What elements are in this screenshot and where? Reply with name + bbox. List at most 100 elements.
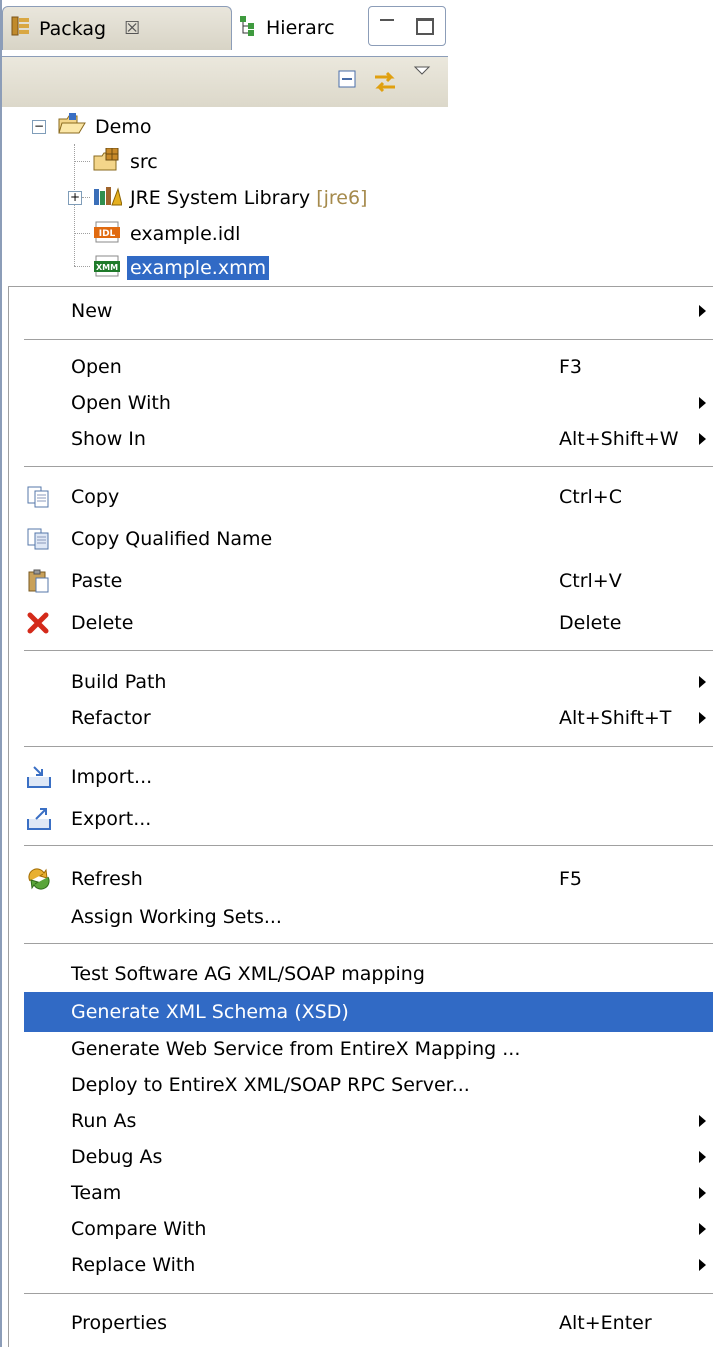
package-explorer-icon [11, 16, 31, 41]
menu-item-accelerator: Delete [559, 612, 622, 634]
tree-guide-line [74, 266, 90, 267]
menu-item-label: Team [71, 1182, 122, 1204]
view-tab-bar: Packag ☒ Hierarc [2, 0, 450, 56]
menu-item-open[interactable]: Open F3 [24, 347, 713, 387]
menu-item-label: Paste [71, 570, 123, 592]
tree-item-example-idl[interactable]: IDL example.idl [92, 217, 240, 251]
menu-item-label: Show In [71, 428, 146, 450]
xmm-file-icon: XMM [92, 255, 122, 282]
svg-text:IDL: IDL [99, 229, 116, 239]
menu-item-test-sag-mapping[interactable]: Test Software AG XML/SOAP mapping [24, 954, 713, 994]
menu-item-accelerator: Ctrl+V [559, 570, 622, 592]
view-toolbar [2, 56, 448, 107]
project-label: Demo [95, 116, 152, 138]
menu-item-compare-with[interactable]: Compare With [24, 1209, 713, 1249]
menu-item-accelerator: Alt+Enter [559, 1312, 652, 1334]
menu-item-copy[interactable]: Copy Ctrl+C [24, 477, 713, 517]
menu-item-build-path[interactable]: Build Path [24, 662, 713, 702]
tab-hierarchy[interactable]: Hierarc [230, 6, 365, 50]
tab-hierarchy-label: Hierarc [266, 17, 335, 39]
tab-package-explorer[interactable]: Packag ☒ [2, 6, 232, 50]
tree-guide-line [74, 233, 90, 234]
tab-package-label: Packag [39, 17, 107, 40]
menu-item-accelerator: F5 [559, 868, 583, 890]
view-window-controls [368, 6, 446, 46]
paste-icon [26, 569, 52, 593]
tree-item-project[interactable]: Demo [57, 110, 151, 144]
menu-item-label: Run As [71, 1110, 137, 1132]
idl-file-icon: IDL [92, 221, 122, 248]
menu-item-refresh[interactable]: Refresh F5 [24, 859, 713, 899]
menu-item-deploy-rpc-server[interactable]: Deploy to EntireX XML/SOAP RPC Server... [24, 1065, 713, 1105]
src-label: src [130, 151, 158, 173]
example-idl-label: example.idl [130, 223, 241, 245]
source-folder-icon [92, 147, 122, 177]
context-menu: New Open F3 Open With Show In Alt+Shift+… [8, 286, 713, 1347]
submenu-arrow-icon [699, 433, 706, 445]
tab-close-icon[interactable]: ☒ [124, 18, 140, 39]
menu-item-label: Export... [71, 808, 152, 830]
menu-item-delete[interactable]: Delete Delete [24, 603, 713, 643]
menu-item-label: Compare With [71, 1218, 207, 1240]
menu-item-import[interactable]: Import... [24, 757, 713, 797]
tree-guide-line [82, 197, 90, 198]
delete-icon [26, 611, 52, 635]
expand-expander-icon[interactable]: + [68, 191, 82, 205]
menu-item-label: Open With [71, 392, 171, 414]
collapse-expander-icon[interactable]: − [32, 120, 46, 134]
menu-item-label: Assign Working Sets... [71, 906, 282, 928]
example-xmm-label: example.xmm [127, 256, 270, 280]
menu-item-replace-with[interactable]: Replace With [24, 1245, 713, 1285]
menu-item-copy-qualified-name[interactable]: Copy Qualified Name [24, 519, 713, 559]
menu-item-refactor[interactable]: Refactor Alt+Shift+T [24, 698, 713, 738]
export-icon [26, 807, 52, 831]
menu-separator [24, 339, 713, 340]
refresh-icon [26, 867, 52, 891]
menu-item-label: Import... [71, 766, 153, 788]
project-folder-icon [57, 112, 87, 142]
menu-item-team[interactable]: Team [24, 1173, 713, 1213]
collapse-all-icon[interactable] [337, 69, 359, 96]
jre-label: JRE System Library [130, 187, 311, 209]
menu-item-label: Delete [71, 612, 134, 634]
menu-item-paste[interactable]: Paste Ctrl+V [24, 561, 713, 601]
menu-item-run-as[interactable]: Run As [24, 1101, 713, 1141]
menu-separator [24, 943, 713, 944]
menu-item-new[interactable]: New [24, 291, 713, 331]
menu-item-debug-as[interactable]: Debug As [24, 1137, 713, 1177]
menu-item-generate-xsd[interactable]: Generate XML Schema (XSD) [24, 992, 713, 1032]
menu-item-label: Generate Web Service from EntireX Mappin… [71, 1038, 521, 1060]
view-menu-icon[interactable] [413, 61, 431, 83]
tree-item-jre[interactable]: JRE System Library [jre6] [92, 181, 367, 215]
menu-item-accelerator: F3 [559, 356, 583, 378]
submenu-arrow-icon [699, 676, 706, 688]
menu-item-accelerator: Ctrl+C [559, 486, 622, 508]
menu-item-label: Test Software AG XML/SOAP mapping [71, 963, 425, 985]
menu-item-open-with[interactable]: Open With [24, 383, 713, 423]
copy-icon [26, 485, 52, 509]
menu-item-generate-web-service[interactable]: Generate Web Service from EntireX Mappin… [24, 1029, 713, 1069]
menu-item-label: Properties [71, 1312, 168, 1334]
minimize-icon[interactable] [380, 18, 394, 24]
maximize-icon[interactable] [416, 17, 434, 35]
submenu-arrow-icon [699, 305, 706, 317]
tree-item-example-xmm[interactable]: XMM example.xmm [92, 251, 270, 285]
menu-item-label: New [71, 300, 113, 322]
link-with-editor-icon[interactable] [372, 69, 398, 100]
tree-guide-line [74, 161, 90, 162]
menu-item-properties[interactable]: Properties Alt+Enter [24, 1303, 713, 1343]
menu-separator [24, 650, 713, 651]
menu-item-label: Replace With [71, 1254, 196, 1276]
menu-item-assign-working-sets[interactable]: Assign Working Sets... [24, 897, 713, 937]
menu-item-export[interactable]: Export... [24, 799, 713, 839]
submenu-arrow-icon [699, 1259, 706, 1271]
menu-separator [24, 845, 713, 846]
menu-item-label: Open [71, 356, 122, 378]
menu-item-label: Build Path [71, 671, 167, 693]
menu-separator [24, 746, 713, 747]
svg-text:XMM: XMM [96, 263, 118, 272]
menu-item-show-in[interactable]: Show In Alt+Shift+W [24, 419, 713, 459]
submenu-arrow-icon [699, 1187, 706, 1199]
tree-item-src[interactable]: src [92, 145, 158, 179]
menu-item-label: Refactor [71, 707, 151, 729]
